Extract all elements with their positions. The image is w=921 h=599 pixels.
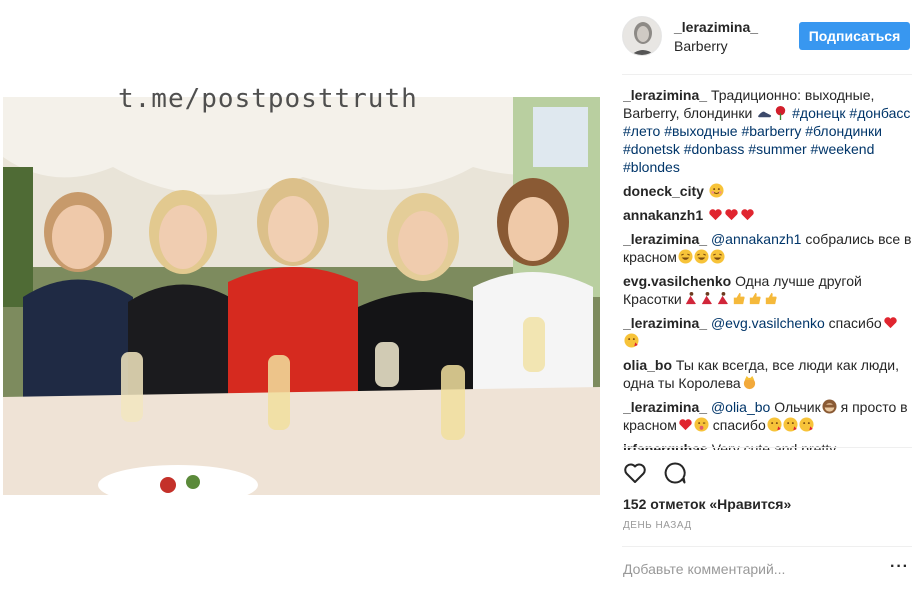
avatar[interactable] <box>622 16 662 56</box>
smiling-emoji-icon <box>709 183 724 198</box>
comments-list: _lerazimina_ Традиционно: выходные, Barb… <box>623 86 913 450</box>
avatar-image <box>623 17 661 55</box>
thumbs-up-emoji-icon <box>733 292 745 305</box>
comment-text: спасибо <box>712 417 766 433</box>
more-options-button[interactable]: ··· <box>890 558 909 576</box>
comment-username[interactable]: _lerazimina_ <box>623 231 707 247</box>
comment-username[interactable]: olia_bo <box>623 357 672 373</box>
comment-username[interactable]: _lerazimina_ <box>623 399 707 415</box>
post-author-username[interactable]: _lerazimina_ <box>674 19 758 35</box>
comment-username[interactable]: doneck_city <box>623 183 704 199</box>
heart-emoji-icon <box>741 209 754 221</box>
shoe-emoji-icon <box>758 111 772 118</box>
comment-item: _lerazimina_ @evg.vasilchenko спасибо <box>623 314 913 350</box>
heart-icon[interactable] <box>622 460 648 486</box>
comment-item: evg.vasilchenko Одна лучше другой Красот… <box>623 272 913 308</box>
comment-item: _lerazimina_ @olia_bo Ольчик я просто в … <box>623 398 913 434</box>
comment-text: Ольчик <box>774 399 821 415</box>
comment-item: _lerazimina_ @annakanzh1 собрались все в… <box>623 230 913 266</box>
post-photo[interactable] <box>3 97 600 495</box>
watermark-text: t.me/postposttruth <box>118 84 418 114</box>
comment-item: annakanzh1 <box>623 206 913 224</box>
comment-mention[interactable]: @evg.vasilchenko <box>711 315 825 331</box>
kiss-emoji-icon <box>783 417 798 432</box>
heart-emoji-icon <box>883 317 897 329</box>
dancer-emoji-icon <box>685 291 696 305</box>
laughing-emoji-icon <box>694 249 709 264</box>
divider <box>622 447 912 448</box>
comment-username[interactable]: evg.vasilchenko <box>623 273 731 289</box>
divider <box>622 546 912 547</box>
comment-item: irfanerguhas Very cute and pretty <box>623 440 913 450</box>
see-no-evil-monkey-emoji-icon <box>822 399 837 414</box>
crown-cat-emoji-icon <box>743 375 755 390</box>
photo-illustration <box>3 97 600 495</box>
likes-count[interactable]: 152 отметок «Нравится» <box>623 496 791 512</box>
kiss-emoji-icon <box>799 417 814 432</box>
post-side-panel: _lerazimina_ Barberry Подписаться _leraz… <box>610 0 921 599</box>
kiss-emoji-icon <box>624 333 639 348</box>
post-location[interactable]: Barberry <box>674 38 728 54</box>
rose-emoji-icon <box>776 105 786 120</box>
dancer-emoji-icon <box>701 291 712 305</box>
comment-username[interactable]: _lerazimina_ <box>623 87 707 103</box>
comment-text: Very cute and pretty <box>711 441 837 450</box>
comment-text: спасибо <box>828 315 882 331</box>
comment-mention[interactable]: @annakanzh1 <box>711 231 802 247</box>
follow-button[interactable]: Подписаться <box>799 22 910 50</box>
laughing-emoji-icon <box>678 249 693 264</box>
comment-username[interactable]: irfanerguhas <box>623 441 708 450</box>
comment-item: olia_bo Ты как всегда, все люди как люди… <box>623 356 913 392</box>
add-comment-input[interactable] <box>623 558 873 580</box>
comment-mention[interactable]: @olia_bo <box>711 399 770 415</box>
caption: _lerazimina_ Традиционно: выходные, Barb… <box>623 86 913 176</box>
post-timestamp[interactable]: день назад <box>623 520 692 531</box>
post-header: _lerazimina_ Barberry Подписаться <box>622 14 912 60</box>
comment-item: doneck_city <box>623 182 913 200</box>
thumbs-up-emoji-icon <box>765 292 777 305</box>
winking-tongue-emoji-icon <box>694 417 709 432</box>
post-actions <box>622 460 722 488</box>
comment-bubble-icon[interactable] <box>662 460 688 486</box>
kiss-emoji-icon <box>767 417 782 432</box>
dancer-emoji-icon <box>717 291 728 305</box>
heart-emoji-icon <box>679 419 692 431</box>
laughing-emoji-icon <box>710 249 725 264</box>
heart-emoji-icon <box>709 209 722 221</box>
comment-username[interactable]: _lerazimina_ <box>623 315 707 331</box>
divider <box>622 74 912 75</box>
thumbs-up-emoji-icon <box>749 292 761 305</box>
post-media-area: t.me/postposttruth <box>0 0 600 599</box>
comment-username[interactable]: annakanzh1 <box>623 207 703 223</box>
heart-emoji-icon <box>725 209 738 221</box>
